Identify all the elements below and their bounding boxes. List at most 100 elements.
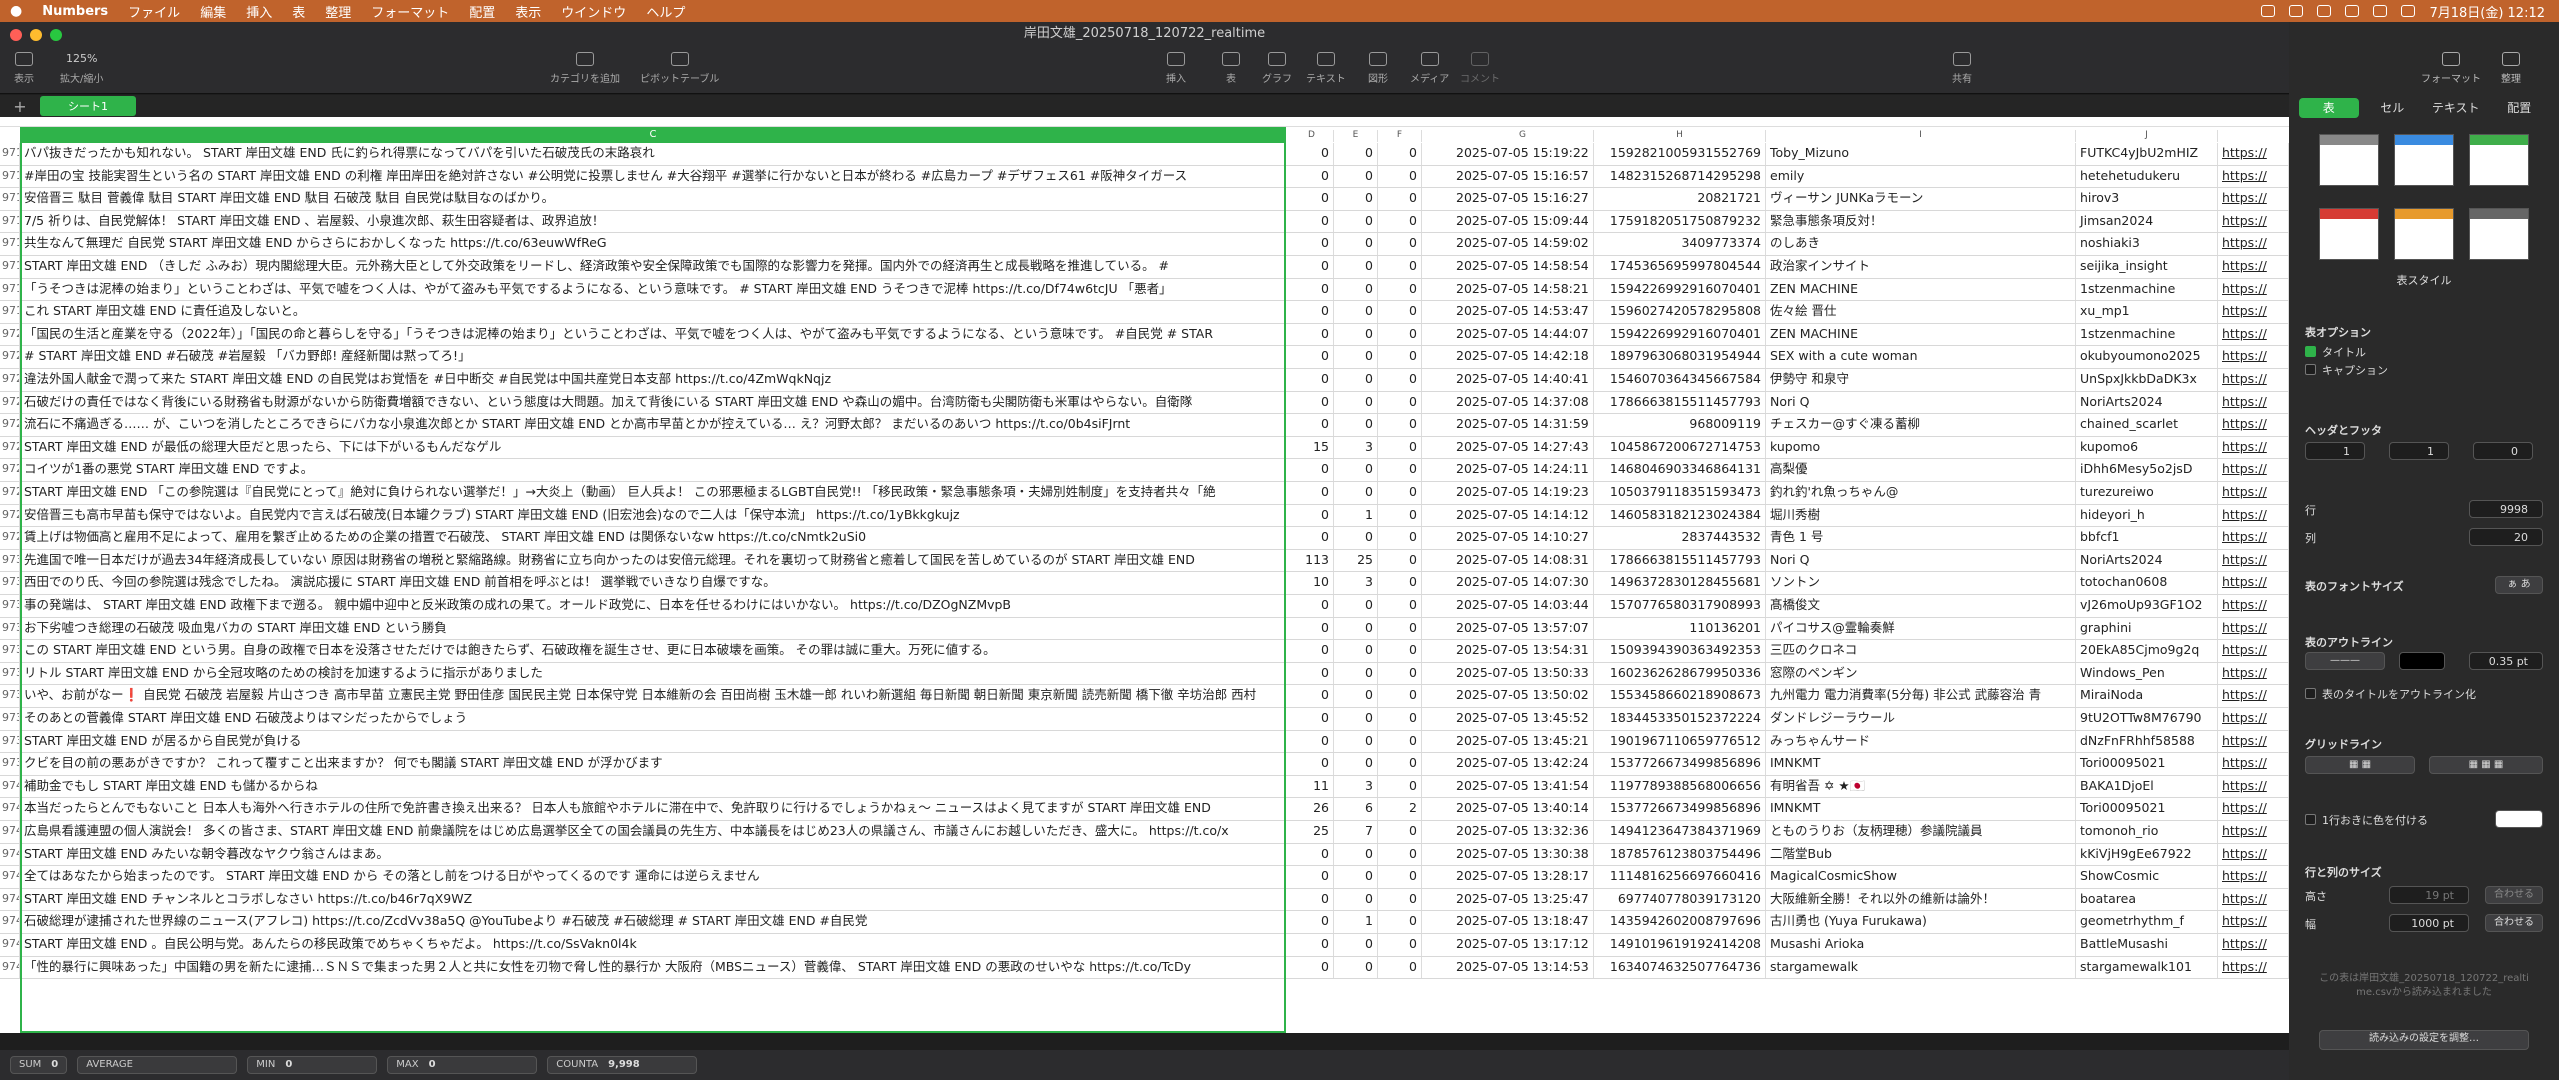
cell-name[interactable]: とものうりお（友柄理穂）参議院議員 xyxy=(1766,821,2076,843)
cell-e[interactable]: 0 xyxy=(1334,685,1378,707)
cell-url[interactable]: https:// xyxy=(2218,730,2289,753)
cell-text[interactable]: START 岸田文雄 END 。自民公明与党。あんたらの移民政策でめちゃくちゃだ… xyxy=(20,934,1286,956)
cell-id[interactable]: 1594226992916070401 xyxy=(1594,278,1766,301)
row-number[interactable]: 9733 xyxy=(0,617,20,640)
cell-name[interactable]: emily xyxy=(1766,165,2076,188)
cell-url[interactable]: https:// xyxy=(2218,595,2289,617)
cell-e[interactable]: 0 xyxy=(1334,866,1378,888)
cell-e[interactable]: 0 xyxy=(1334,391,1378,414)
cell-f[interactable]: 0 xyxy=(1378,934,1422,956)
cell-id[interactable]: 3409773374 xyxy=(1594,233,1766,255)
cell-e[interactable]: 0 xyxy=(1334,165,1378,188)
table-row[interactable]: 9713バパ抜きだったかも知れない。 START 岸田文雄 END 氏に釣られ得… xyxy=(0,143,2289,166)
cell-d[interactable]: 0 xyxy=(1290,210,1334,233)
cell-url[interactable]: https:// xyxy=(2218,685,2289,707)
row-number[interactable]: 9713 xyxy=(0,143,20,165)
cell-handle[interactable]: 1stzenmachine xyxy=(2076,278,2218,301)
cell-handle[interactable]: hideyori_h xyxy=(2076,504,2218,527)
table-style-4[interactable] xyxy=(2319,208,2379,260)
cell-name[interactable]: Nori Q xyxy=(1766,549,2076,572)
cell-text[interactable]: この START 岸田文雄 END という男。自身の政権で日本を没落させただけで… xyxy=(20,640,1286,662)
cell-handle[interactable]: geometrhythm_f xyxy=(2076,911,2218,933)
cell-handle[interactable]: graphini xyxy=(2076,617,2218,640)
cell-url[interactable]: https:// xyxy=(2218,323,2289,346)
cell-url[interactable]: https:// xyxy=(2218,504,2289,527)
table-row[interactable]: 9726コイツが1番の悪党 START 岸田文雄 END ですよ。0002025… xyxy=(0,459,2289,482)
cell-id[interactable]: 110136201 xyxy=(1594,617,1766,640)
cell-name[interactable]: 九州電力 電力消費率(5分毎) 非公式 武藤容治 青 xyxy=(1766,685,2076,707)
cell-d[interactable]: 0 xyxy=(1290,346,1334,368)
row-number[interactable]: 9715 xyxy=(0,210,20,233)
cell-text[interactable]: 賃上げは物価高と雇用不足によって、雇用を繋ぎ止めるための企業の措置で石破茂、 S… xyxy=(20,527,1286,549)
cell-handle[interactable]: ShowCosmic xyxy=(2076,866,2218,888)
cell-d[interactable]: 0 xyxy=(1290,956,1334,979)
cell-text[interactable]: 「性的暴行に興味あった」中国籍の男を新たに逮捕…ＳＮＳで集まった男２人と共に女性… xyxy=(20,956,1286,979)
cell-d[interactable]: 0 xyxy=(1290,595,1334,617)
cell-url[interactable]: https:// xyxy=(2218,256,2289,278)
cell-handle[interactable]: dNzFnFRhhf58588 xyxy=(2076,730,2218,753)
cell-id[interactable]: 1537726673499856896 xyxy=(1594,798,1766,820)
table-style-3[interactable] xyxy=(2469,134,2529,186)
cell-url[interactable]: https:// xyxy=(2218,414,2289,436)
cell-id[interactable]: 1050379118351593473 xyxy=(1594,482,1766,504)
cell-f[interactable]: 0 xyxy=(1378,233,1422,255)
cell-id[interactable]: 697740778039173120 xyxy=(1594,888,1766,911)
row-number[interactable]: 9724 xyxy=(0,414,20,436)
cell-date[interactable]: 2025-07-05 14:37:08 xyxy=(1452,391,1594,414)
menu-help[interactable]: ヘルプ xyxy=(636,2,695,21)
outline-title-checkbox[interactable]: 表のタイトルをアウトライン化 xyxy=(2305,686,2476,702)
cell-url[interactable]: https:// xyxy=(2218,549,2289,572)
row-number[interactable]: 9714 xyxy=(0,188,20,210)
table-row[interactable]: 9716共生なんて無理だ 自民党 START 岸田文雄 END からさらにおかし… xyxy=(0,233,2289,256)
fit-width-button[interactable]: 合わせる xyxy=(2485,914,2543,932)
cell-handle[interactable]: xu_mp1 xyxy=(2076,301,2218,323)
cell-f[interactable]: 0 xyxy=(1378,323,1422,346)
cell-handle[interactable]: stargamewalk101 xyxy=(2076,956,2218,979)
cell-text[interactable]: コイツが1番の悪党 START 岸田文雄 END ですよ。 xyxy=(20,459,1286,481)
cell-date[interactable]: 2025-07-05 15:16:57 xyxy=(1452,165,1594,188)
cell-handle[interactable]: iDhh6Mesy5o2jsD xyxy=(2076,459,2218,481)
fit-height-button[interactable]: 合わせる xyxy=(2485,886,2543,904)
cell-date[interactable]: 2025-07-05 14:14:12 xyxy=(1452,504,1594,527)
cell-d[interactable]: 0 xyxy=(1290,888,1334,911)
cell-date[interactable]: 2025-07-05 13:28:17 xyxy=(1452,866,1594,888)
cell-id[interactable]: 1592821005931552769 xyxy=(1594,143,1766,165)
cell-url[interactable]: https:// xyxy=(2218,753,2289,775)
status-sum[interactable]: SUM 0 xyxy=(10,1056,68,1074)
cell-d[interactable]: 0 xyxy=(1290,753,1334,775)
cell-url[interactable]: https:// xyxy=(2218,911,2289,933)
cell-id[interactable]: 1546070364345667584 xyxy=(1594,369,1766,391)
cell-url[interactable]: https:// xyxy=(2218,617,2289,640)
media-button[interactable]: メディア xyxy=(1410,52,1449,85)
cell-id[interactable]: 1460583182123024384 xyxy=(1594,504,1766,527)
chart-button[interactable]: グラフ xyxy=(1262,52,1292,85)
cell-f[interactable]: 0 xyxy=(1378,527,1422,549)
status-average[interactable]: AVERAGE xyxy=(77,1056,238,1074)
row-number[interactable]: 9745 xyxy=(0,888,20,911)
cell-f[interactable]: 0 xyxy=(1378,753,1422,775)
cell-e[interactable]: 0 xyxy=(1334,956,1378,979)
table-button[interactable]: 表 xyxy=(1222,52,1240,85)
table-row[interactable]: 9727START 岸田文雄 END 「この参院選は『自民党にとって』絶対に負け… xyxy=(0,482,2289,505)
cell-f[interactable]: 0 xyxy=(1378,301,1422,323)
footer-rows-stepper[interactable]: 0 xyxy=(2473,442,2533,460)
cell-d[interactable]: 0 xyxy=(1290,911,1334,933)
cell-name[interactable]: ヴィーサン JUNKaラモーン xyxy=(1766,188,2076,210)
cell-date[interactable]: 2025-07-05 14:53:47 xyxy=(1452,301,1594,323)
wifi-icon[interactable] xyxy=(2345,5,2360,17)
cell-name[interactable]: 佐々絵 晋仕 xyxy=(1766,301,2076,323)
cell-d[interactable]: 0 xyxy=(1290,188,1334,210)
row-number[interactable]: 9731 xyxy=(0,572,20,594)
column-header-h[interactable]: H xyxy=(1594,130,1766,142)
row-number[interactable]: 9722 xyxy=(0,369,20,391)
row-number[interactable]: 9718 xyxy=(0,278,20,301)
comment-button[interactable]: コメント xyxy=(1460,52,1500,85)
row-number[interactable]: 9729 xyxy=(0,527,20,549)
cell-name[interactable]: ダンドレジーラウール xyxy=(1766,708,2076,730)
cell-d[interactable]: 0 xyxy=(1290,414,1334,436)
cell-name[interactable]: 緊急事態条項反対！ xyxy=(1766,210,2076,233)
cell-f[interactable]: 0 xyxy=(1378,775,1422,798)
cell-name[interactable]: kupomo xyxy=(1766,436,2076,459)
cell-date[interactable]: 2025-07-05 14:10:27 xyxy=(1452,527,1594,549)
search-icon[interactable] xyxy=(2373,5,2388,17)
